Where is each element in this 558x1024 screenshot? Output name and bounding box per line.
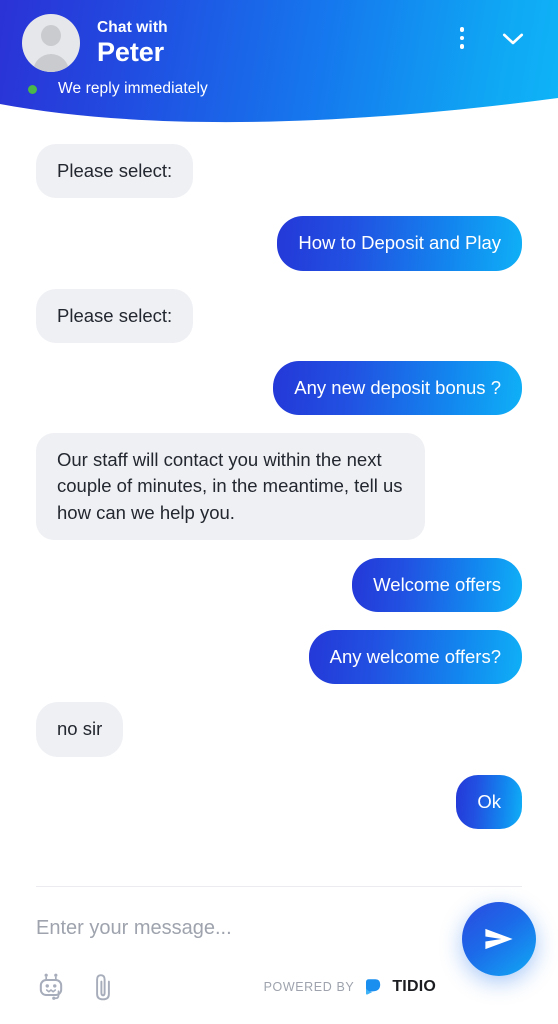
- agent-name: Peter: [97, 37, 165, 68]
- chat-widget: Chat with Peter We reply immediately Ple…: [0, 0, 558, 1024]
- menu-button[interactable]: [456, 23, 469, 53]
- outgoing-message-bubble[interactable]: Any new deposit bonus ?: [273, 360, 522, 416]
- chat-header: Chat with Peter We reply immediately: [0, 0, 558, 126]
- attachment-button[interactable]: [90, 972, 116, 1002]
- three-dots-vertical-icon: [459, 27, 464, 49]
- message-row-in: Please select:: [36, 144, 522, 199]
- message-row-out: Any welcome offers?: [36, 630, 522, 685]
- incoming-message-bubble: no sir: [36, 702, 124, 757]
- message-row-in: Please select:: [36, 288, 522, 343]
- message-row-out: Any new deposit bonus ?: [36, 360, 522, 416]
- header-title-group: Chat with Peter: [97, 20, 168, 67]
- tidio-branding[interactable]: POWERED BY TIDIO: [264, 977, 436, 997]
- incoming-message-bubble: Please select:: [36, 144, 194, 199]
- outgoing-message-bubble[interactable]: Ok: [456, 774, 522, 829]
- powered-by-label: POWERED BY: [263, 980, 355, 994]
- tidio-wordmark: TIDIO: [392, 978, 436, 995]
- send-button[interactable]: [462, 902, 536, 976]
- incoming-message-bubble: Please select:: [36, 288, 194, 343]
- header-wave-decoration: [0, 98, 558, 126]
- outgoing-message-bubble[interactable]: Welcome offers: [352, 557, 522, 613]
- message-row-out: Welcome offers: [36, 557, 522, 613]
- outgoing-message-bubble[interactable]: How to Deposit and Play: [277, 216, 522, 271]
- message-row-out: How to Deposit and Play: [36, 216, 522, 271]
- paperclip-icon: [96, 974, 110, 1001]
- chevron-down-icon: [502, 33, 524, 45]
- message-row-in: no sir: [36, 702, 522, 757]
- header-top-row: Chat with Peter: [0, 0, 558, 74]
- incoming-message-bubble: Our staff will contact you within the ne…: [36, 433, 425, 540]
- avatar-body-shape: [33, 54, 69, 72]
- send-paper-plane-icon: [485, 928, 513, 950]
- composer-tools: [36, 972, 116, 1002]
- message-input[interactable]: [36, 917, 522, 940]
- avatar-head-shape: [41, 25, 61, 46]
- minimize-button[interactable]: [494, 19, 532, 57]
- composer-divider: [36, 886, 522, 887]
- tidio-logo-icon: [366, 979, 381, 995]
- chat-with-label: Chat with: [97, 18, 168, 36]
- robot-icon: [39, 973, 63, 1000]
- outgoing-message-bubble[interactable]: Any welcome offers?: [308, 630, 522, 685]
- message-list[interactable]: Please select: How to Deposit and Play Ple…: [0, 126, 558, 886]
- header-actions: [456, 19, 541, 57]
- footer-bar: POWERED BY TIDIO: [36, 970, 522, 1004]
- message-row-out: Ok: [36, 774, 522, 829]
- message-row-in: Our staff will contact you within the ne…: [36, 433, 522, 540]
- composer-footer: POWERED BY TIDIO: [0, 886, 558, 1024]
- bot-button[interactable]: [36, 972, 66, 1002]
- online-status-dot: [28, 84, 37, 94]
- avatar: [22, 14, 80, 72]
